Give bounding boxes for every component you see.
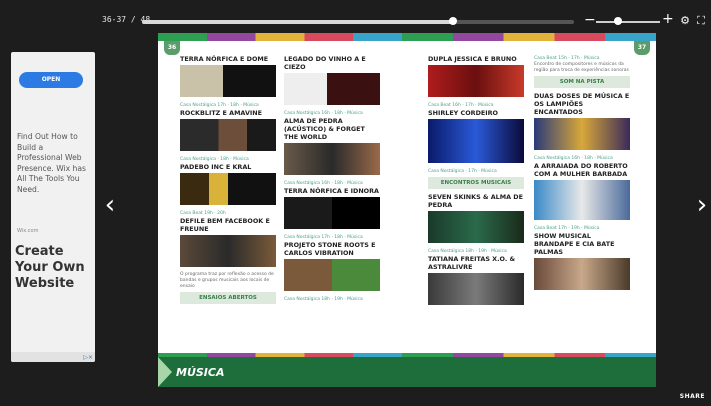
article-image (284, 197, 380, 229)
share-button[interactable]: SHARE (680, 393, 705, 400)
article-meta: Casa Nostálgica 18h · 19h · Música (428, 249, 507, 254)
section-tag: ENCONTROS MUSICAIS (428, 177, 524, 189)
section-band: MÚSICA (158, 357, 402, 387)
article-title: DUPLA JESSICA E BRUNO (428, 55, 517, 63)
article-text: Encontro de compositores e músicos da re… (534, 62, 629, 73)
progress-knob[interactable] (449, 17, 458, 25)
zoom-in-icon[interactable]: + (662, 12, 674, 26)
article-meta: Casa Beat 16h · 17h · Música (428, 103, 494, 108)
article-title: ROCKBLITZ E AMAVINE (180, 109, 262, 117)
article-title: SHOW MUSICAL BRANDAPE E CIA BATE PALMAS (534, 232, 615, 256)
ad-footer: ▷× (11, 352, 95, 362)
article-meta: Casa Nostálgica · 17h · Música (428, 169, 497, 174)
article-title: PADEBO INC E KRAL (180, 163, 252, 171)
article-title: SEVEN SKINKS & ALMA DE PEDRA (428, 193, 523, 209)
ad-body-text: Find Out How to Build a Professional Web… (17, 132, 86, 194)
article-image (180, 235, 276, 267)
zoom-out-icon[interactable]: − (584, 13, 596, 27)
article-image (428, 119, 524, 163)
article-title: A ARRAIADA DO ROBERTO COM A MULHER BARBA… (534, 162, 628, 178)
article-meta: Casa Nostálgica 16h · 18h · Música (284, 111, 363, 116)
flipbook-viewer: 36-37 / 48 − + ⚙ ⛶ OPEN Find Out How to … (0, 0, 711, 406)
article-image (180, 173, 276, 205)
right-column-2: Casa Beat 15h · 17h · Música Encontro de… (534, 55, 630, 295)
article-title: TERRA NÓRFICA E DOME (180, 55, 269, 63)
left-column-1: TERRA NÓRFICA E DOME Casa Nostálgica 17h… (180, 55, 276, 308)
article-image (180, 65, 276, 97)
section-band (402, 357, 656, 387)
page-number: 37 (634, 41, 650, 55)
article-text: O programa traz por reflexão o acesso de… (180, 272, 274, 289)
article-image (534, 180, 630, 220)
right-page[interactable]: 37 DUPLA JESSICA E BRUNO Casa Beat 16h ·… (402, 33, 656, 387)
article-meta: Casa Nostálgica · 18h · Música (180, 157, 249, 162)
left-column-2: LEGADO DO VINHO A E CIEZO Casa Nostálgic… (284, 55, 380, 303)
zoom-slider[interactable] (596, 21, 660, 23)
article-meta: Casa Beat 15h · 17h · Música (534, 56, 600, 61)
article-meta: Casa Beat 17h · 19h · Música (534, 226, 600, 231)
settings-icon[interactable]: ⚙ (678, 14, 692, 28)
article-image (428, 65, 524, 97)
article-image (534, 118, 630, 150)
article-title: PROJETO STONE ROOTS E CARLOS VIBRATION (284, 241, 376, 257)
progress-fill (142, 20, 454, 24)
article-meta: Casa Nostálgica 16h · 18h · Música (284, 181, 363, 186)
article-meta: Casa Beat 19h · 20h (180, 211, 226, 216)
ad-open-button[interactable]: OPEN (19, 72, 83, 88)
article-image (284, 73, 380, 105)
color-stripe (402, 33, 656, 41)
section-arrow-icon (158, 357, 172, 387)
fullscreen-icon[interactable]: ⛶ (694, 14, 708, 28)
section-tag: ENSAIOS ABERTOS (180, 292, 276, 304)
next-page-arrow-icon[interactable]: › (692, 190, 711, 220)
article-title: DEFILE BEM FACEBOOK E FREUNE (180, 217, 270, 233)
article-image (284, 259, 380, 291)
page-number: 36 (164, 41, 180, 55)
page-progress-bar[interactable] (142, 20, 574, 24)
article-meta: Casa Nostálgica 16h · 18h · Música (534, 156, 613, 161)
right-column-1: DUPLA JESSICA E BRUNO Casa Beat 16h · 17… (428, 55, 524, 310)
zoom-knob[interactable] (614, 17, 623, 25)
article-image (428, 211, 524, 243)
article-title: LEGADO DO VINHO A E CIEZO (284, 55, 366, 71)
article-image (428, 273, 524, 305)
article-image (284, 143, 380, 175)
color-stripe (158, 33, 402, 41)
viewer-toolbar: 36-37 / 48 − + ⚙ ⛶ (96, 12, 711, 32)
article-meta: Casa Nostálgica 18h · 19h · Música (284, 297, 363, 302)
ad-choices-icon[interactable]: ▷× (83, 354, 93, 361)
section-title: MÚSICA (176, 366, 225, 379)
article-title: DUAS DOSES DE MÚSICA E OS LAMPIÕES ENCAN… (534, 92, 630, 116)
advertisement[interactable]: OPEN Find Out How to Build a Professiona… (11, 52, 95, 362)
article-meta: Casa Nostálgica 17h · 18h · Música (180, 103, 259, 108)
article-title: ALMA DE PEDRA (ACÚSTICO) & FORGET THE WO… (284, 117, 365, 141)
ad-headline[interactable]: Create Your Own Website (15, 244, 91, 292)
article-title: TATIANA FREITAS X.O. & ASTRALIVRE (428, 255, 516, 271)
article-meta: Casa Nostálgica 17h · 18h · Música (284, 235, 363, 240)
article-title: SHIRLEY CORDEIRO (428, 109, 498, 117)
section-tag: SOM NA PISTA (534, 76, 630, 88)
ad-brand: Wix.com (17, 228, 39, 234)
left-page[interactable]: 36 TERRA NÓRFICA E DOME Casa Nostálgica … (158, 33, 402, 387)
article-title: TERRA NÓRFICA E IDNORA (284, 187, 379, 195)
prev-page-arrow-icon[interactable]: ‹ (100, 190, 120, 220)
article-image (180, 119, 276, 151)
article-image (534, 258, 630, 290)
